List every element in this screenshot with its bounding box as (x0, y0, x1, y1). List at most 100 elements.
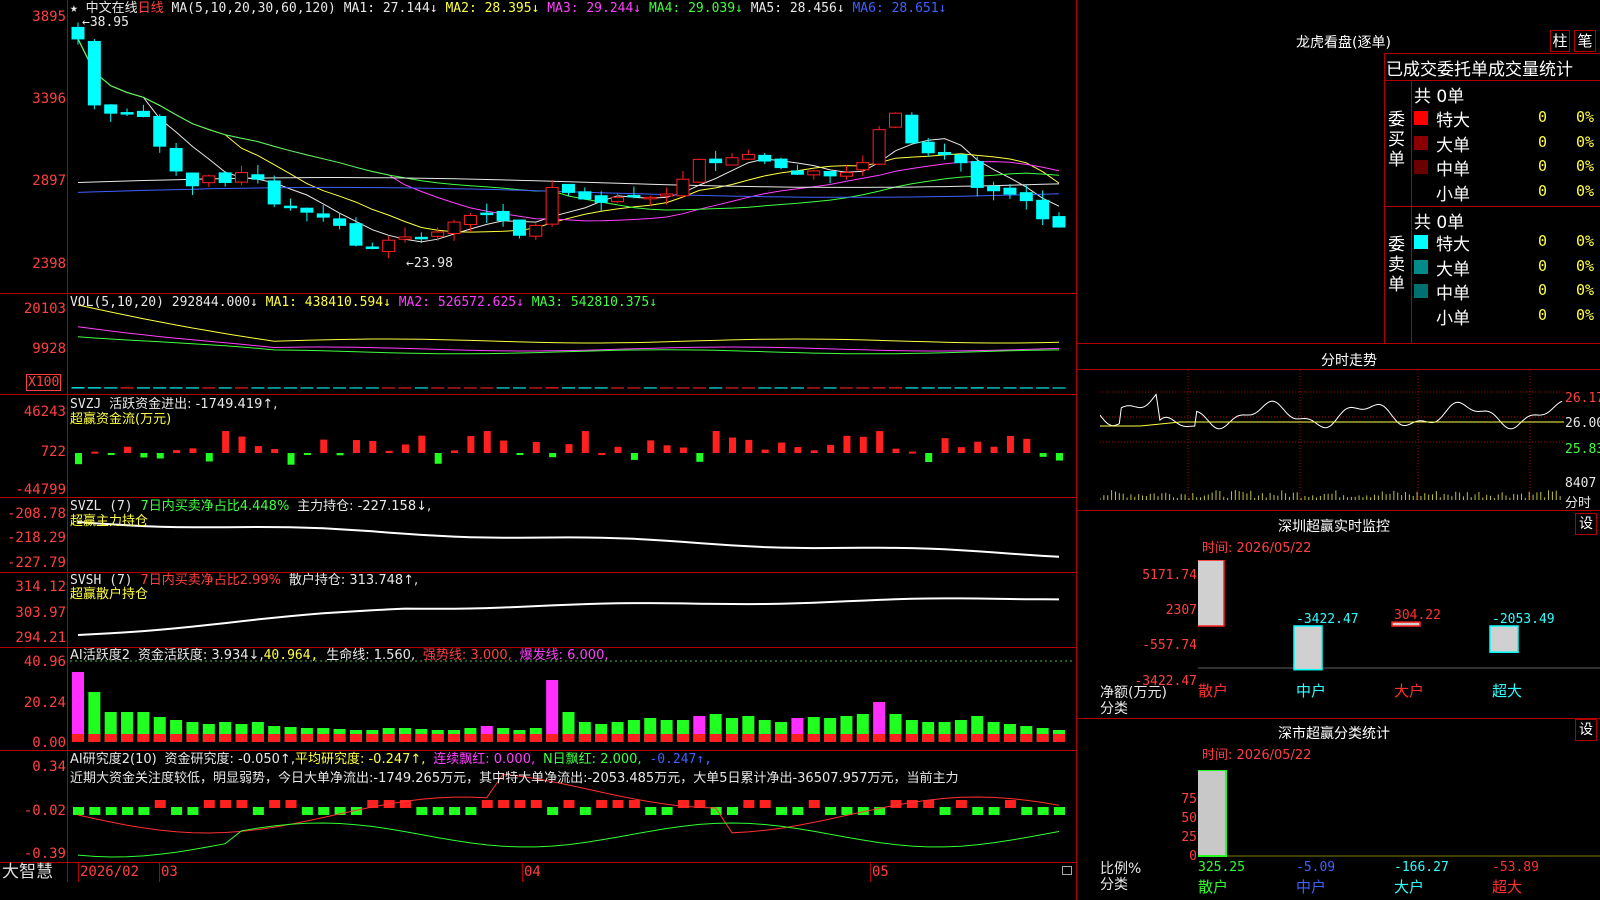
fenshi-chart[interactable] (1100, 370, 1564, 510)
svzl-axis-3: -227.79 (6, 555, 66, 571)
activity-base (840, 734, 853, 742)
buy-total: 共 0单 (1414, 87, 1465, 107)
order-percent: 0% (1576, 232, 1595, 250)
activity-base (905, 734, 918, 742)
fund-flow-bar (827, 444, 835, 453)
tick-mode-button[interactable]: 笔 (1574, 30, 1596, 52)
order-count: 0 (1538, 305, 1548, 324)
legend-swatch (1414, 160, 1428, 174)
fenshi-volume-unit: 分时 (1565, 496, 1592, 511)
vol-axis-1: 20103 (23, 301, 66, 317)
period-label[interactable]: 日线 (138, 1, 164, 16)
candle (300, 207, 314, 213)
sz-monitor-settings-button[interactable]: 设 (1575, 513, 1597, 535)
sz-monitor-value-3: 304.22 (1394, 608, 1441, 623)
candle (87, 40, 101, 106)
order-type-label: 中单 (1436, 160, 1470, 180)
legend-swatch (1414, 259, 1428, 274)
activity-base (660, 734, 673, 742)
activity-base (546, 734, 559, 742)
sz-class-value-4: -53.89 (1492, 860, 1539, 875)
column-mode-button[interactable]: 柱 (1550, 30, 1570, 52)
sz-class-settings-button[interactable]: 设 (1575, 719, 1597, 741)
svzl-axis-1: -208.78 (6, 506, 66, 522)
ma3-value: MA3: 29.244↓ (547, 1, 642, 16)
activity-base (971, 734, 984, 742)
candle (643, 196, 657, 200)
star-icon[interactable]: ★ (70, 1, 78, 16)
candle (709, 158, 723, 164)
research-bar (612, 800, 624, 808)
activity-base (562, 734, 575, 742)
candle (741, 153, 755, 160)
svzl-legend: SVZL (7) 7日内买卖净占比4.448% 主力持仓: -227.158↓, (70, 499, 432, 514)
activity-base (268, 734, 281, 742)
sz-class-value-2: -5.09 (1296, 860, 1335, 875)
sz-monitor-bar-4 (1489, 625, 1519, 653)
activity-base (415, 734, 428, 742)
vol-ma-line (77, 326, 1060, 352)
activity-base (954, 734, 967, 742)
candle (529, 224, 543, 237)
research-bar (285, 800, 297, 808)
fenshi-volume: 8407 (1565, 476, 1597, 491)
legend-swatch (1414, 184, 1428, 199)
fund-flow-bar (1006, 435, 1014, 453)
ai1-axis-3: 0.00 (32, 735, 66, 751)
fund-flow-bar (712, 431, 720, 453)
research-bar (154, 800, 166, 808)
order-count: 0 (1538, 256, 1548, 275)
activity-base (300, 734, 313, 742)
order-count: 0 (1538, 281, 1548, 299)
retail-position-line (77, 597, 1060, 636)
research-bar (171, 807, 183, 815)
candle (496, 210, 510, 221)
ma-title: MA(5,10,20,30,60,120) (171, 1, 336, 16)
legend-swatch (1414, 308, 1428, 323)
vol-unit-button[interactable]: X100 (26, 374, 62, 391)
high-mark: ←38.95 (82, 15, 129, 30)
fund-flow-bar (778, 442, 786, 453)
research-bar (252, 807, 264, 815)
activity-base (611, 734, 624, 742)
research-bar (432, 807, 444, 815)
activity-base (170, 734, 183, 742)
candle (562, 183, 575, 193)
lhb-title: 龙虎看盘(逐单) (1296, 35, 1391, 51)
order-count: 0 (1538, 157, 1548, 175)
fund-flow-bar (549, 453, 557, 458)
fund-flow-bar (500, 440, 508, 453)
vol-ma-line (77, 304, 1060, 344)
fund-flow-bar (1023, 438, 1031, 453)
candle (333, 218, 347, 226)
activity-base (448, 734, 461, 742)
activity-base (1003, 734, 1016, 742)
main-position-line (77, 521, 1060, 558)
order-count: 0 (1538, 132, 1548, 151)
svzj-axis-2: 722 (40, 444, 66, 460)
activity-bar (546, 680, 559, 742)
svzl-axis-2: -218.29 (6, 530, 66, 546)
sz-monitor-time: 时间: 2026/05/22 (1202, 541, 1312, 556)
sz-monitor-chart: 5171.74 散户 -3422.47 中户 304.22 大户 -2053.49 超大 (1198, 560, 1600, 700)
fund-flow-bar (205, 453, 213, 462)
fenshi-price-line (1100, 393, 1563, 430)
candle (104, 104, 118, 114)
sz-class-value-1: 325.25 (1198, 860, 1245, 875)
candle (218, 172, 232, 183)
fund-flow-bar (957, 447, 965, 453)
fund-flow-bar (156, 453, 164, 459)
fund-flow-bar (565, 444, 573, 453)
candle (856, 162, 870, 171)
legend-swatch (1414, 284, 1428, 298)
fund-flow-bar (336, 453, 344, 456)
date-03: 03 (161, 864, 178, 880)
sz-monitor-category-3: 大户 (1394, 682, 1424, 700)
fund-flow-bar (75, 453, 82, 465)
activity-base (88, 734, 101, 742)
legend-swatch (1414, 111, 1428, 125)
research-bar (808, 800, 820, 808)
date-04: 04 (524, 864, 541, 880)
fund-flow-bar (385, 450, 393, 453)
lock-icon[interactable] (1062, 866, 1072, 875)
